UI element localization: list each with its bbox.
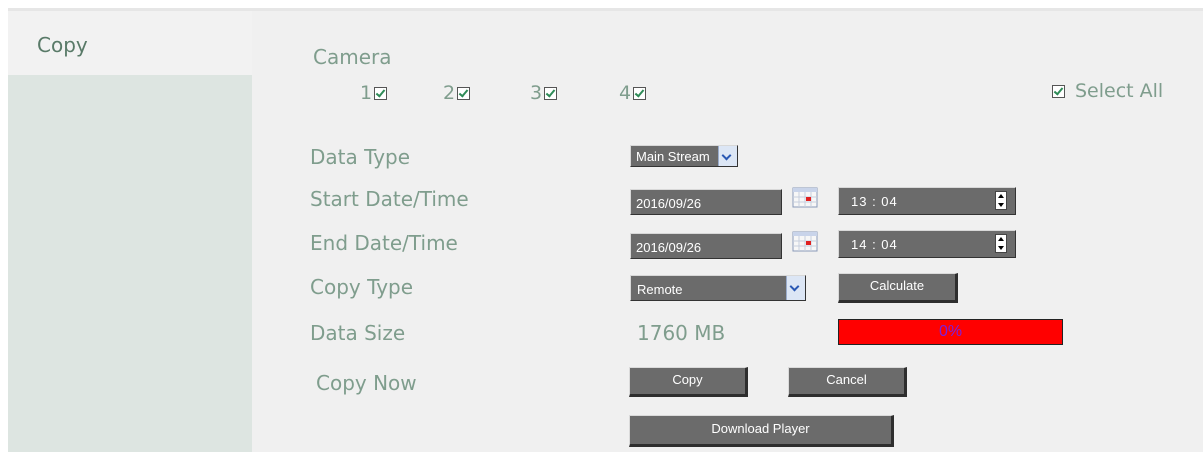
- end-time-value: 14 : 04: [851, 237, 898, 252]
- calculate-button[interactable]: Calculate: [838, 273, 958, 303]
- camera-4[interactable]: 4: [619, 82, 647, 104]
- time-spinner-icon[interactable]: [995, 191, 1007, 210]
- start-date-field[interactable]: 2016/09/26: [630, 189, 782, 215]
- copy-type-label: Copy Type: [310, 275, 414, 299]
- time-spinner-icon[interactable]: [995, 234, 1007, 253]
- calendar-icon[interactable]: [792, 186, 818, 208]
- camera-1[interactable]: 1: [360, 82, 388, 104]
- cancel-button[interactable]: Cancel: [788, 367, 907, 397]
- data-size-label: Data Size: [310, 321, 406, 345]
- camera-2[interactable]: 2: [443, 82, 471, 104]
- chevron-down-icon[interactable]: [786, 276, 805, 300]
- copy-type-select[interactable]: Remote: [630, 275, 806, 301]
- start-time-value: 13 : 04: [851, 194, 898, 209]
- select-all-checkbox[interactable]: [1052, 84, 1065, 98]
- calendar-icon[interactable]: [792, 230, 818, 252]
- camera-number: 4: [619, 82, 632, 104]
- data-size-value: 1760 MB: [637, 321, 726, 345]
- select-all[interactable]: Select All: [1052, 80, 1163, 102]
- end-date-field[interactable]: 2016/09/26: [630, 233, 782, 259]
- camera-1-checkbox[interactable]: [374, 86, 388, 100]
- start-datetime-label: Start Date/Time: [310, 187, 469, 211]
- camera-number: 2: [443, 82, 456, 104]
- copy-progress-bar: 0%: [838, 319, 1063, 345]
- progress-percent-text: 0%: [938, 323, 963, 340]
- camera-2-checkbox[interactable]: [457, 86, 471, 100]
- data-type-select[interactable]: Main Stream: [630, 145, 738, 167]
- sidebar-item-label: Copy: [37, 33, 88, 57]
- camera-3[interactable]: 3: [530, 82, 558, 104]
- copy-now-label: Copy Now: [316, 371, 417, 395]
- sidebar-item-copy[interactable]: Copy: [8, 11, 252, 75]
- camera-label: Camera: [313, 45, 392, 69]
- end-date-value: 2016/09/26: [636, 240, 702, 255]
- camera-number: 1: [360, 82, 373, 104]
- copy-button[interactable]: Copy: [629, 367, 748, 397]
- end-time-field[interactable]: 14 : 04: [838, 230, 1016, 258]
- data-type-value: Main Stream: [636, 149, 710, 164]
- data-type-label: Data Type: [310, 145, 411, 169]
- copy-panel: Camera 1 2 3 4 Select All Data Type Main…: [252, 11, 1203, 452]
- chevron-down-icon[interactable]: [718, 146, 737, 166]
- camera-3-checkbox[interactable]: [544, 86, 558, 100]
- start-date-value: 2016/09/26: [636, 196, 702, 211]
- camera-number: 3: [530, 82, 543, 104]
- camera-4-checkbox[interactable]: [633, 86, 647, 100]
- sidebar: Copy: [8, 11, 252, 452]
- start-time-field[interactable]: 13 : 04: [838, 187, 1016, 215]
- copy-type-value: Remote: [637, 282, 683, 297]
- download-player-button[interactable]: Download Player: [629, 415, 894, 447]
- end-datetime-label: End Date/Time: [310, 231, 458, 255]
- select-all-label: Select All: [1075, 80, 1164, 102]
